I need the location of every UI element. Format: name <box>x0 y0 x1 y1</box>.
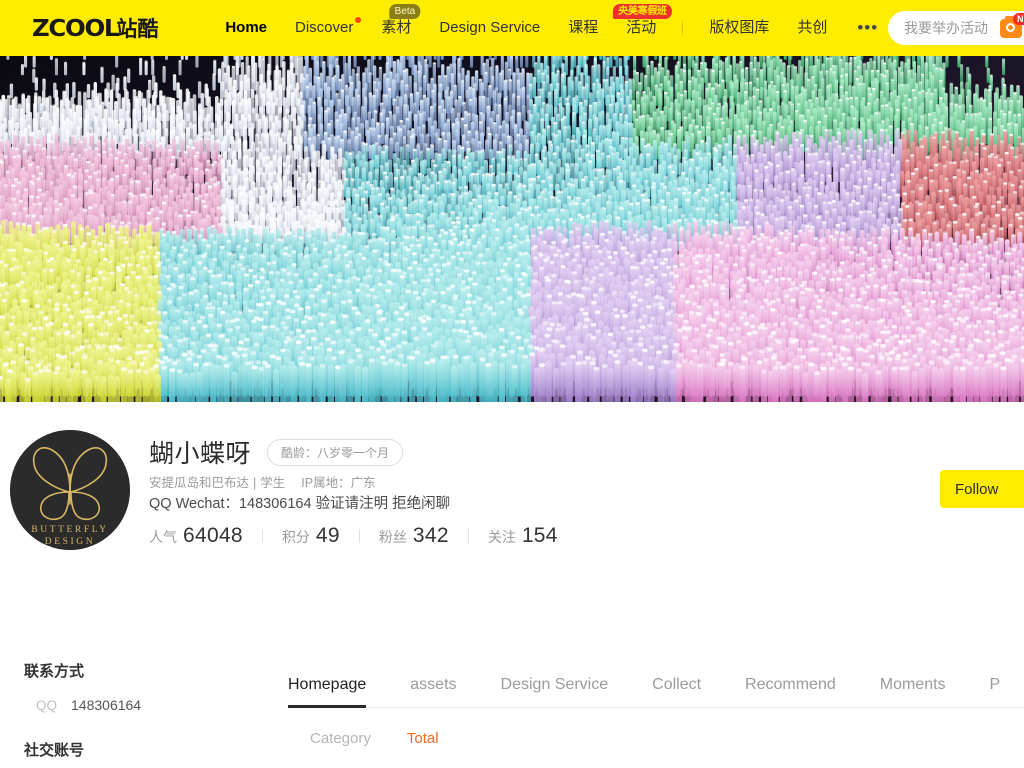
stat-label: 粉丝 <box>378 529 407 545</box>
stat-label: 积分 <box>281 529 310 545</box>
tab-recommend[interactable]: Recommend <box>745 676 854 707</box>
nav-label: 活动 <box>626 19 657 36</box>
butterfly-design-logo-icon: BUTTERFLY DESIGN <box>10 430 130 550</box>
nav-item-activities[interactable]: 央美寒假班 活动 <box>612 0 672 56</box>
search-bar[interactable]: NEW <box>888 11 1024 45</box>
profile-sidebar: 联系方式 QQ 148306164 社交账号 PW <box>24 660 264 768</box>
tab-design-service[interactable]: Design Service <box>501 676 627 707</box>
banner-artwork <box>0 56 1024 402</box>
profile-meta: 安提瓜岛和巴布达 | 学生 IP属地：广东 <box>149 476 376 490</box>
nav-label: 版权图库 <box>709 19 770 36</box>
stat-following[interactable]: 关注 154 <box>488 524 558 548</box>
nav-item-cocreation[interactable]: 共创 <box>783 0 841 56</box>
stat-value: 154 <box>521 524 558 547</box>
promo-badge: 央美寒假班 <box>613 4 672 19</box>
nav-item-home[interactable]: Home <box>211 0 281 56</box>
page-title: 蝴小蝶呀 <box>149 440 252 468</box>
nav-item-courses[interactable]: 课程 <box>554 0 612 56</box>
logo-text-en: ZCOOL <box>32 16 119 42</box>
tab-more-partial[interactable]: P <box>990 676 1019 707</box>
stat-divider <box>261 529 263 543</box>
contact-qq-row: QQ 148306164 <box>24 697 264 713</box>
age-badge: 酷龄：八岁零一个月 <box>267 438 404 466</box>
profile-ip-location: IP属地：广东 <box>301 476 376 490</box>
logo-text-cn: 站酷 <box>116 18 159 41</box>
stat-divider <box>358 529 360 543</box>
stat-popularity[interactable]: 人气 64048 <box>149 524 243 548</box>
profile-name-row: 蝴小蝶呀 酷龄：八岁零一个月 <box>149 434 404 470</box>
follow-button[interactable]: Follow <box>940 470 1024 508</box>
avatar[interactable]: BUTTERFLY DESIGN <box>10 430 130 550</box>
search-input[interactable] <box>904 20 996 36</box>
profile-occupation: 学生 <box>260 476 286 490</box>
nav-label: Discover <box>295 19 354 36</box>
nav-item-assets[interactable]: Beta 素材 <box>367 0 425 56</box>
nav-label: 素材 <box>381 19 412 36</box>
beta-badge: Beta <box>389 4 421 19</box>
tab-assets[interactable]: assets <box>410 676 474 707</box>
profile-content: Homepage assets Design Service Collect R… <box>288 660 1024 768</box>
stat-points[interactable]: 积分 49 <box>282 524 340 548</box>
profile-body: 联系方式 QQ 148306164 社交账号 PW Homepage asset… <box>0 660 1024 768</box>
stat-divider <box>467 529 469 543</box>
stat-fans[interactable]: 粉丝 342 <box>379 524 449 548</box>
tab-homepage[interactable]: Homepage <box>288 676 370 708</box>
stat-value: 64048 <box>183 524 243 547</box>
profile-section: BUTTERFLY DESIGN 蝴小蝶呀 酷龄：八岁零一个月 安提瓜岛和巴布达… <box>0 402 1024 660</box>
contact-section-title: 联系方式 <box>24 663 85 680</box>
profile-banner <box>0 56 1024 402</box>
stat-label: 人气 <box>149 529 177 545</box>
nav-item-design-service[interactable]: Design Service <box>425 0 554 56</box>
creation-count: 4 Creation <box>288 747 1024 768</box>
qq-label: QQ <box>36 698 58 713</box>
site-header: ZCOOL 站酷 Home Discover Beta 素材 Design Se… <box>0 0 1024 56</box>
profile-tabs: Homepage assets Design Service Collect R… <box>288 660 1024 708</box>
filter-total[interactable]: Total <box>407 730 439 747</box>
content-filters: Category Total <box>288 708 1024 747</box>
zcool-logo[interactable]: ZCOOL 站酷 <box>32 13 158 43</box>
social-section-title: 社交账号 <box>24 742 85 759</box>
main-navigation: Home Discover Beta 素材 Design Service 课程 … <box>211 0 894 56</box>
nav-divider <box>682 21 684 35</box>
notification-dot-icon <box>355 17 362 23</box>
tab-collect[interactable]: Collect <box>652 676 719 707</box>
nav-label: Design Service <box>439 19 541 36</box>
new-badge: NEW <box>1013 12 1024 25</box>
stat-value: 49 <box>315 524 340 547</box>
nav-item-copyright-gallery[interactable]: 版权图库 <box>695 0 783 56</box>
stat-label: 关注 <box>487 529 516 545</box>
nav-more-icon[interactable]: ••• <box>841 0 894 56</box>
camera-icon[interactable]: NEW <box>1000 12 1024 38</box>
tab-moments[interactable]: Moments <box>880 676 964 707</box>
nav-label: 共创 <box>797 19 828 36</box>
stat-value: 342 <box>412 524 449 547</box>
nav-item-discover[interactable]: Discover <box>281 0 367 56</box>
qq-value: 148306164 <box>71 697 142 713</box>
profile-location: 安提瓜岛和巴布达 <box>149 476 250 490</box>
nav-label: 课程 <box>568 19 599 36</box>
nav-label: Home <box>225 19 268 36</box>
filter-category[interactable]: Category <box>310 730 371 747</box>
profile-stats: 人气 64048 积分 49 粉丝 342 关注 154 <box>149 524 558 548</box>
profile-contact-line: QQ Wechat：148306164 验证请注明 拒绝闲聊 <box>149 496 451 512</box>
